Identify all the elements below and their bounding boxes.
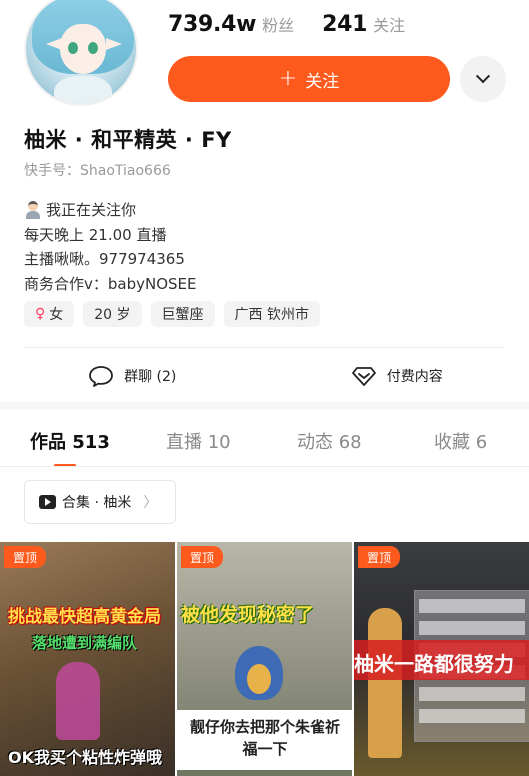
- person-emoji-icon: [24, 201, 42, 220]
- tag-label: 20 岁: [94, 307, 131, 323]
- video-caption: 柚米一路都很努力: [354, 652, 514, 676]
- avatar-eye-right: [88, 42, 98, 54]
- following-label[interactable]: 关注: [373, 12, 405, 36]
- tag-age: 20 岁: [83, 301, 142, 327]
- pinned-badge: 置顶: [358, 546, 401, 568]
- tag-label: 女: [49, 307, 64, 323]
- paid-content-label: 付费内容: [386, 369, 443, 385]
- tag-zodiac: 巨蟹座: [150, 301, 215, 327]
- video-thumbnail[interactable]: 置顶 挑战最快超高黄金局 落地遭到满编队 OK我买个粘性炸弹哦: [0, 542, 175, 776]
- plus-icon: +: [278, 66, 298, 91]
- profile-name: 柚米 · 和平精英 · FY: [24, 128, 232, 152]
- bio-line: 商务合作v：babyNOSEE: [24, 272, 197, 297]
- follow-button-label: 关注: [305, 71, 340, 92]
- chevron-down-icon: [475, 69, 491, 84]
- avatar-body: [54, 76, 112, 104]
- section-separator: [0, 402, 529, 410]
- collection-button[interactable]: 合集 · 柚米 〉: [24, 480, 176, 524]
- pinned-badge: 置顶: [4, 546, 47, 568]
- diamond-icon: [351, 367, 376, 386]
- avatar-eye-left: [68, 42, 78, 54]
- tabs-divider: [0, 466, 529, 467]
- following-count[interactable]: 241: [322, 12, 367, 37]
- video-caption: 靓仔你去把那个朱雀祈福一下: [189, 718, 340, 758]
- chevron-right-icon: 〉: [143, 495, 158, 511]
- game-character: [368, 608, 402, 758]
- profile-stats: 739.4w 粉丝 241 关注: [168, 12, 427, 37]
- tab-works[interactable]: 作品 513: [30, 428, 110, 454]
- divider: [24, 347, 505, 348]
- playlist-icon: [39, 495, 56, 509]
- group-chat-button[interactable]: 群聊 (2): [0, 358, 265, 394]
- avatar-face: [60, 24, 106, 74]
- bio-line: 每天晚上 21.00 直播: [24, 223, 197, 248]
- avatar-ear-right: [106, 38, 122, 50]
- profile-tags: ♀ 女 20 岁 巨蟹座 广西 钦州市: [24, 301, 320, 327]
- video-thumbnail[interactable]: 置顶 被他发现秘密了 靓仔你去把那个朱雀祈福一下: [177, 542, 352, 776]
- video-caption: 挑战最快超高黄金局: [8, 607, 161, 627]
- bio-text: 商务合作v：babyNOSEE: [24, 274, 197, 293]
- paid-content-button[interactable]: 付费内容: [265, 358, 529, 394]
- video-caption: 被他发现秘密了: [181, 604, 315, 626]
- group-chat-label: 群聊 (2): [124, 369, 177, 385]
- profile-actions: 群聊 (2) 付费内容: [0, 358, 529, 394]
- game-character: [56, 662, 100, 740]
- tab-favorites[interactable]: 收藏 6: [434, 428, 487, 454]
- followers-label[interactable]: 粉丝: [262, 12, 294, 36]
- follow-button[interactable]: + 关注: [168, 56, 450, 102]
- video-caption: 落地遭到满编队: [32, 634, 138, 652]
- content-tabs: 作品 513 直播 10 动态 68 收藏 6: [0, 422, 529, 467]
- tag-label: 巨蟹座: [161, 307, 204, 323]
- bio-text: 主播啾啾。977974365: [24, 250, 185, 268]
- female-icon: ♀: [35, 306, 46, 322]
- bio-text: 我正在关注你: [46, 201, 137, 219]
- chat-bubble-icon: [89, 366, 114, 387]
- bio-text: 每天晚上 21.00 直播: [24, 225, 167, 244]
- followers-count[interactable]: 739.4w: [168, 12, 256, 37]
- tag-label: 广西 钦州市: [234, 307, 309, 323]
- avatar[interactable]: [24, 0, 138, 106]
- tab-live[interactable]: 直播 10: [166, 428, 231, 454]
- video-caption: OK我买个粘性炸弹哦: [8, 748, 163, 767]
- tag-location: 广西 钦州市: [223, 301, 320, 327]
- tab-moments[interactable]: 动态 68: [297, 428, 362, 454]
- game-character: [235, 646, 283, 700]
- bio-line: 我正在关注你: [24, 198, 197, 223]
- collection-label: 合集 · 柚米: [62, 495, 132, 511]
- bio: 我正在关注你 每天晚上 21.00 直播 主播啾啾。977974365 商务合作…: [24, 198, 197, 296]
- more-button[interactable]: [460, 56, 506, 102]
- video-grid: 置顶 挑战最快超高黄金局 落地遭到满编队 OK我买个粘性炸弹哦 置顶 被他发现秘…: [0, 542, 529, 776]
- pinned-badge: 置顶: [181, 546, 224, 568]
- video-thumbnail[interactable]: 置顶 柚米一路都很努力: [354, 542, 529, 776]
- tag-gender: ♀ 女: [24, 301, 75, 327]
- bio-line: 主播啾啾。977974365: [24, 247, 197, 272]
- kuaishou-id[interactable]: 快手号：ShaoTiao666: [24, 160, 171, 180]
